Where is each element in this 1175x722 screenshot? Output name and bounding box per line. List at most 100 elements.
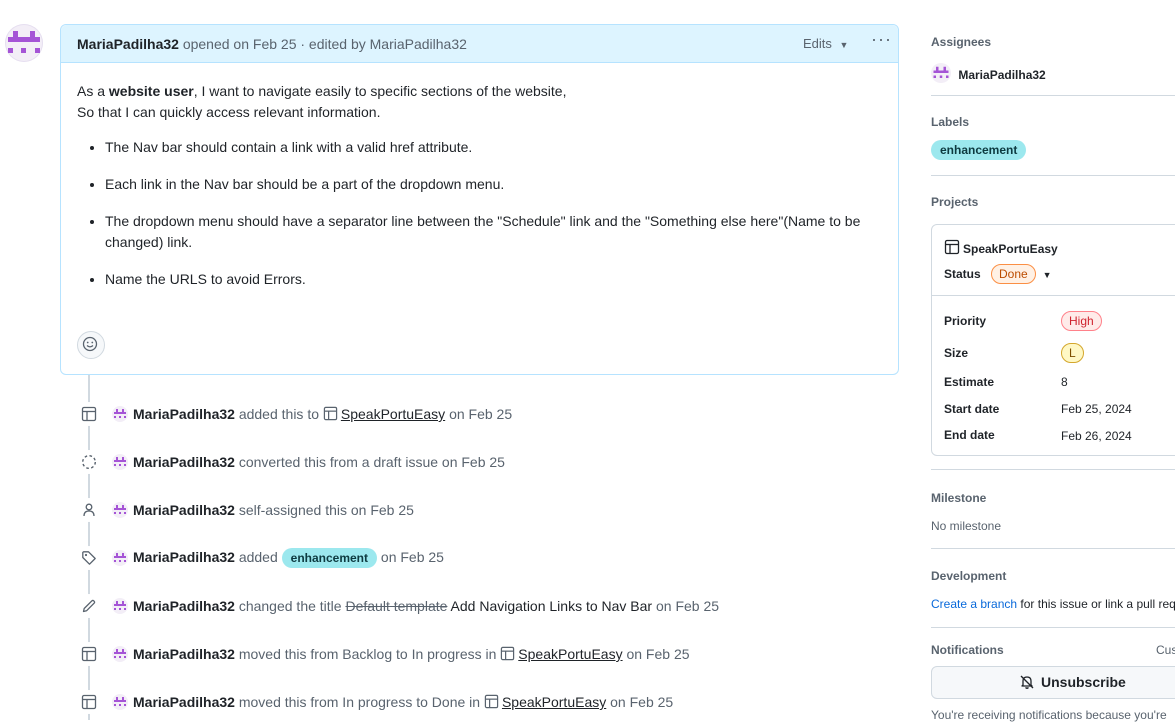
avatar[interactable] bbox=[112, 502, 128, 521]
person-icon bbox=[77, 498, 101, 522]
end-date-label: End date bbox=[944, 428, 995, 442]
notifications-heading: Notifications bbox=[931, 643, 1004, 657]
project-name-link[interactable]: SpeakPortuEasy bbox=[944, 239, 1058, 258]
old-title: Default template bbox=[345, 598, 448, 614]
kebab-icon: ··· bbox=[871, 29, 892, 49]
dashed-circle-icon bbox=[77, 450, 101, 474]
estimate-value[interactable]: 8 bbox=[1061, 375, 1068, 389]
table-icon bbox=[77, 402, 101, 426]
end-date-value[interactable]: Feb 26, 2024 bbox=[1061, 429, 1132, 443]
timeline-event-moved-done: MariaPadilha32 moved this from In progre… bbox=[74, 686, 904, 718]
status-label: Status bbox=[944, 267, 981, 281]
project-link[interactable]: SpeakPortuEasy bbox=[502, 694, 606, 710]
requirements-list: The Nav bar should contain a link with a… bbox=[77, 137, 877, 290]
comment-body: As a website user, I want to navigate ea… bbox=[77, 81, 877, 306]
divider bbox=[932, 295, 1175, 296]
event-date[interactable]: on Feb 25 bbox=[656, 598, 719, 614]
pencil-icon bbox=[77, 594, 101, 618]
status-badge: Done bbox=[991, 264, 1036, 284]
assignee-item[interactable]: MariaPadilha32 bbox=[931, 63, 1046, 86]
table-icon bbox=[323, 406, 338, 424]
table-icon bbox=[77, 690, 101, 714]
divider bbox=[931, 627, 1175, 628]
event-action: moved this from In progress to Done in bbox=[238, 694, 481, 710]
list-item: Each link in the Nav bar should be a par… bbox=[105, 174, 877, 195]
avatar[interactable] bbox=[112, 694, 128, 713]
event-action: moved this from Backlog to In progress i… bbox=[238, 646, 497, 662]
new-title: Add Navigation Links to Nav Bar bbox=[450, 598, 653, 614]
edits-dropdown[interactable]: Edits ▼ bbox=[803, 36, 848, 51]
event-date[interactable]: on Feb 25 bbox=[449, 406, 512, 422]
event-user-link[interactable]: MariaPadilha32 bbox=[133, 694, 235, 710]
assignees-heading[interactable]: Assignees bbox=[931, 35, 991, 49]
identicon-avatar-icon bbox=[8, 31, 40, 53]
event-action: changed the title bbox=[238, 598, 342, 614]
issue-body-comment: MariaPadilha32 opened on Feb 25 · edited… bbox=[60, 24, 899, 375]
timeline-event-renamed: MariaPadilha32 changed the title Default… bbox=[74, 590, 904, 622]
development-text: Create a branch for this issue or link a… bbox=[931, 597, 1175, 611]
project-link[interactable]: SpeakPortuEasy bbox=[341, 406, 445, 422]
label-enhancement[interactable]: enhancement bbox=[281, 548, 378, 568]
avatar[interactable] bbox=[112, 454, 128, 473]
event-user-link[interactable]: MariaPadilha32 bbox=[133, 598, 235, 614]
size-badge[interactable]: L bbox=[1061, 343, 1084, 363]
event-date[interactable]: on Feb 25 bbox=[626, 646, 689, 662]
event-action: added this to bbox=[238, 406, 319, 422]
project-name: SpeakPortuEasy bbox=[963, 242, 1058, 256]
event-action: self-assigned this on Feb 25 bbox=[238, 502, 414, 518]
avatar[interactable] bbox=[112, 646, 128, 665]
event-action: converted this from a draft issue on Feb… bbox=[238, 454, 505, 470]
kebab-menu-button[interactable]: ··· bbox=[871, 29, 892, 50]
avatar bbox=[931, 63, 951, 86]
event-date[interactable]: on Feb 25 bbox=[610, 694, 673, 710]
avatar[interactable] bbox=[112, 598, 128, 617]
table-icon bbox=[500, 646, 515, 664]
avatar[interactable] bbox=[112, 406, 128, 425]
timeline-event-added-to-project: MariaPadilha32 added this to SpeakPortuE… bbox=[74, 398, 904, 430]
comment-meta: MariaPadilha32 opened on Feb 25 · edited… bbox=[77, 36, 467, 52]
priority-badge[interactable]: High bbox=[1061, 311, 1102, 331]
event-user-link[interactable]: MariaPadilha32 bbox=[133, 502, 235, 518]
add-reaction-button[interactable] bbox=[77, 331, 105, 359]
comment-author-link[interactable]: MariaPadilha32 bbox=[77, 36, 179, 52]
event-date[interactable]: on Feb 25 bbox=[381, 549, 444, 565]
start-date-value[interactable]: Feb 25, 2024 bbox=[1061, 402, 1132, 416]
projects-heading[interactable]: Projects bbox=[931, 195, 978, 209]
milestone-value: No milestone bbox=[931, 519, 1002, 533]
comment-header: MariaPadilha32 opened on Feb 25 · edited… bbox=[61, 25, 898, 63]
development-heading: Development bbox=[931, 569, 1007, 583]
milestone-heading[interactable]: Milestone bbox=[931, 491, 986, 505]
labels-heading[interactable]: Labels bbox=[931, 115, 969, 129]
divider bbox=[931, 95, 1175, 96]
table-icon bbox=[484, 694, 499, 712]
table-icon bbox=[944, 239, 960, 258]
timeline-event-moved-in-progress: MariaPadilha32 moved this from Backlog t… bbox=[74, 638, 904, 670]
project-link[interactable]: SpeakPortuEasy bbox=[518, 646, 622, 662]
event-user-link[interactable]: MariaPadilha32 bbox=[133, 549, 235, 565]
event-user-link[interactable]: MariaPadilha32 bbox=[133, 646, 235, 662]
create-branch-link[interactable]: Create a branch bbox=[931, 597, 1017, 611]
customize-link[interactable]: Cus bbox=[1156, 643, 1175, 657]
author-avatar[interactable] bbox=[5, 24, 43, 62]
status-dropdown[interactable]: Done ▼ bbox=[991, 264, 1052, 284]
avatar[interactable] bbox=[112, 550, 128, 569]
estimate-label: Estimate bbox=[944, 375, 995, 389]
unsubscribe-button[interactable]: Unsubscribe bbox=[931, 666, 1175, 699]
comment-opened-text: opened on Feb 25 · edited by MariaPadilh… bbox=[182, 36, 467, 52]
size-label: Size bbox=[944, 346, 969, 360]
timeline-event-labeled: MariaPadilha32 added enhancement on Feb … bbox=[74, 542, 904, 574]
divider bbox=[931, 469, 1175, 470]
event-user-link[interactable]: MariaPadilha32 bbox=[133, 454, 235, 470]
chevron-down-icon: ▼ bbox=[839, 40, 849, 50]
story-role: website user bbox=[108, 83, 194, 99]
priority-label: Priority bbox=[944, 314, 987, 328]
list-item: The dropdown menu should have a separato… bbox=[105, 211, 877, 253]
event-user-link[interactable]: MariaPadilha32 bbox=[133, 406, 235, 422]
unsubscribe-label: Unsubscribe bbox=[1041, 674, 1126, 690]
edits-label: Edits bbox=[803, 36, 832, 51]
list-item: Name the URLS to avoid Errors. bbox=[105, 269, 877, 290]
label-enhancement[interactable]: enhancement bbox=[931, 140, 1027, 160]
smiley-icon bbox=[82, 336, 98, 352]
table-icon bbox=[77, 642, 101, 666]
tag-icon bbox=[77, 546, 101, 570]
